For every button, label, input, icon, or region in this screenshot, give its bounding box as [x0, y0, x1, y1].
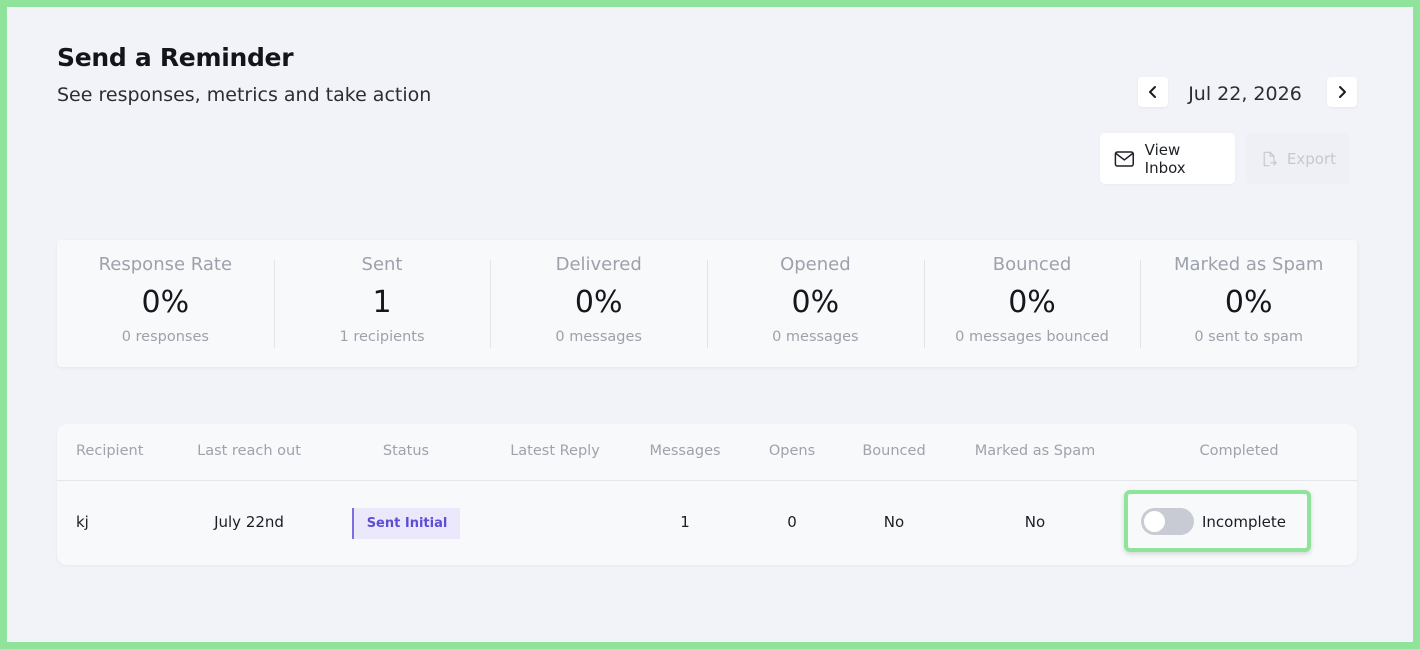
stat-sent: Sent 1 1 recipients — [273, 240, 491, 367]
view-inbox-button[interactable]: View Inbox — [1100, 133, 1235, 184]
stat-value: 0% — [574, 285, 623, 320]
column-header-completed[interactable]: Completed — [1199, 443, 1278, 459]
page-subtitle: See responses, metrics and take action — [57, 84, 432, 106]
stat-bounced: Bounced 0% 0 messages bounced — [923, 240, 1141, 367]
completed-toggle-label: Incomplete — [1202, 513, 1286, 531]
mail-icon — [1114, 150, 1134, 167]
metrics-summary: Response Rate 0% 0 responses Sent 1 1 re… — [57, 240, 1357, 367]
cell-bounced: No — [883, 513, 905, 531]
stat-label: Opened — [780, 254, 851, 275]
view-inbox-label: View Inbox — [1144, 140, 1186, 177]
current-date: Jul 22, 2026 — [1188, 83, 1302, 105]
cell-messages: 1 — [680, 513, 690, 531]
stat-label: Response Rate — [98, 254, 233, 275]
column-header-bounced[interactable]: Bounced — [862, 443, 925, 459]
cell-marked-as-spam: No — [1024, 513, 1046, 531]
column-header-latest-reply[interactable]: Latest Reply — [510, 443, 600, 459]
page-title: Send a Reminder — [57, 43, 294, 72]
stat-opened: Opened 0% 0 messages — [707, 240, 924, 367]
completed-cell: Incomplete — [1124, 490, 1311, 552]
stat-subtext: 0 messages — [555, 329, 642, 345]
chevron-left-icon — [1149, 86, 1156, 98]
stat-label: Delivered — [555, 254, 642, 275]
table-header: Recipient Last reach out Status Latest R… — [57, 424, 1357, 481]
next-date-button[interactable] — [1327, 77, 1357, 107]
stat-marked-as-spam: Marked as Spam 0% 0 sent to spam — [1140, 240, 1357, 367]
column-header-recipient[interactable]: Recipient — [76, 443, 143, 459]
app-frame: Send a Reminder See responses, metrics a… — [7, 7, 1413, 642]
column-header-marked-as-spam[interactable]: Marked as Spam — [975, 443, 1095, 459]
cell-opens: 0 — [787, 513, 797, 531]
file-export-icon — [1263, 151, 1277, 166]
export-button[interactable]: Export — [1246, 133, 1350, 184]
stat-subtext: 1 recipients — [339, 329, 425, 345]
column-header-status[interactable]: Status — [383, 443, 429, 459]
completed-toggle[interactable] — [1141, 508, 1194, 535]
cell-recipient: kj — [76, 513, 89, 531]
stat-value: 1 — [372, 285, 392, 320]
column-header-last-reach-out[interactable]: Last reach out — [197, 443, 301, 459]
column-header-opens[interactable]: Opens — [769, 443, 815, 459]
stat-subtext: 0 sent to spam — [1194, 329, 1304, 345]
column-header-messages[interactable]: Messages — [649, 443, 720, 459]
recipients-table: Recipient Last reach out Status Latest R… — [57, 424, 1357, 565]
stat-value: 0% — [1224, 285, 1273, 320]
stat-subtext: 0 messages — [772, 329, 859, 345]
stat-value: 0% — [1008, 285, 1056, 320]
stat-delivered: Delivered 0% 0 messages — [490, 240, 707, 367]
export-label: Export — [1286, 149, 1336, 168]
stat-subtext: 0 responses — [121, 329, 209, 345]
status-badge: Sent Initial — [352, 508, 460, 539]
stat-label: Sent — [361, 254, 403, 275]
stat-response-rate: Response Rate 0% 0 responses — [57, 240, 274, 367]
stat-value: 0% — [141, 285, 190, 320]
stat-label: Marked as Spam — [1173, 254, 1324, 275]
stat-value: 0% — [791, 285, 840, 320]
cell-last-reach-out: July 22nd — [214, 513, 284, 531]
previous-date-button[interactable] — [1138, 77, 1168, 107]
chevron-right-icon — [1339, 86, 1346, 98]
stat-subtext: 0 messages bounced — [955, 329, 1109, 345]
stat-label: Bounced — [992, 254, 1072, 275]
toggle-knob — [1144, 511, 1165, 532]
